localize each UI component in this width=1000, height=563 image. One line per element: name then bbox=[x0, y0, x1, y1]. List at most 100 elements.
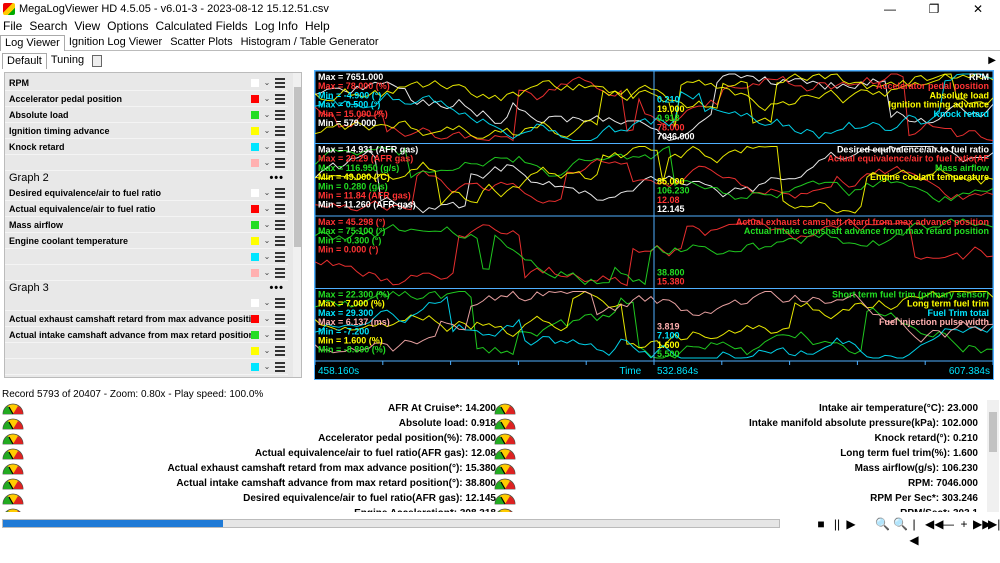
field-row[interactable]: Mass airflow ⌄ bbox=[5, 217, 288, 233]
color-swatch[interactable] bbox=[251, 188, 259, 197]
dropdown-arrow-icon[interactable]: ⌄ bbox=[262, 110, 272, 119]
field-row[interactable]: Accelerator pedal position ⌄ bbox=[5, 91, 288, 107]
dropdown-arrow-icon[interactable]: ⌄ bbox=[262, 346, 272, 355]
color-swatch[interactable] bbox=[251, 252, 259, 261]
field-row[interactable]: Absolute load ⌄ bbox=[5, 107, 288, 123]
tab-default[interactable]: Default bbox=[2, 53, 47, 69]
dropdown-arrow-icon[interactable]: ⌄ bbox=[262, 94, 272, 103]
rewind-icon[interactable]: ◀◀ bbox=[925, 516, 943, 532]
color-swatch[interactable] bbox=[251, 220, 259, 229]
reorder-handle-icon[interactable] bbox=[275, 345, 285, 356]
field-row[interactable]: ⌄ bbox=[5, 295, 288, 311]
field-row[interactable]: Ignition timing advance ⌄ bbox=[5, 123, 288, 139]
field-row[interactable]: Knock retard ⌄ bbox=[5, 139, 288, 155]
tab-histogram-table-generator[interactable]: Histogram / Table Generator bbox=[237, 35, 383, 51]
skip-end-icon[interactable]: ▶| bbox=[988, 516, 1000, 532]
dropdown-arrow-icon[interactable]: ⌄ bbox=[262, 330, 272, 339]
dropdown-arrow-icon[interactable]: ⌄ bbox=[262, 158, 272, 167]
color-swatch[interactable] bbox=[251, 362, 259, 371]
minus-icon[interactable]: — bbox=[942, 516, 954, 532]
reorder-handle-icon[interactable] bbox=[275, 109, 285, 120]
scroll-right-arrow-icon[interactable]: ▶ bbox=[988, 55, 996, 66]
reorder-handle-icon[interactable] bbox=[275, 297, 285, 308]
close-button[interactable]: ✕ bbox=[956, 0, 1000, 18]
menu-options[interactable]: Options bbox=[104, 19, 152, 33]
playback-progress[interactable] bbox=[2, 519, 780, 528]
readout-scrollbar[interactable] bbox=[987, 400, 999, 512]
color-swatch[interactable] bbox=[251, 236, 259, 245]
play-icon[interactable]: ▶ bbox=[845, 516, 857, 532]
tab-ignition-log-viewer[interactable]: Ignition Log Viewer bbox=[65, 35, 166, 51]
tab-log-viewer[interactable]: Log Viewer bbox=[0, 35, 65, 51]
color-swatch[interactable] bbox=[251, 78, 259, 87]
reorder-handle-icon[interactable] bbox=[275, 251, 285, 262]
field-row[interactable]: Actual intake camshaft advance from max … bbox=[5, 327, 288, 343]
dropdown-arrow-icon[interactable]: ⌄ bbox=[262, 268, 272, 277]
menu-help[interactable]: Help bbox=[302, 19, 334, 33]
dropdown-arrow-icon[interactable]: ⌄ bbox=[262, 142, 272, 151]
graph-options-icon[interactable]: ••• bbox=[269, 172, 288, 184]
dropdown-arrow-icon[interactable]: ⌄ bbox=[262, 314, 272, 323]
dropdown-arrow-icon[interactable]: ⌄ bbox=[262, 236, 272, 245]
plus-icon[interactable]: + bbox=[958, 516, 970, 532]
dropdown-arrow-icon[interactable]: ⌄ bbox=[262, 78, 272, 87]
pause-icon[interactable]: || bbox=[831, 516, 843, 532]
new-tab-icon[interactable] bbox=[92, 55, 103, 67]
field-row[interactable]: Desired equivalence/air to fuel ratio ⌄ bbox=[5, 185, 288, 201]
reorder-handle-icon[interactable] bbox=[275, 361, 285, 372]
menu-file[interactable]: File bbox=[0, 19, 26, 33]
dropdown-arrow-icon[interactable]: ⌄ bbox=[262, 188, 272, 197]
reorder-handle-icon[interactable] bbox=[275, 235, 285, 246]
dropdown-arrow-icon[interactable]: ⌄ bbox=[262, 362, 272, 371]
reorder-handle-icon[interactable] bbox=[275, 125, 285, 136]
color-swatch[interactable] bbox=[251, 314, 259, 323]
field-row[interactable]: RPM ⌄ bbox=[5, 75, 288, 91]
menu-calculated-fields[interactable]: Calculated Fields bbox=[153, 19, 252, 33]
reorder-handle-icon[interactable] bbox=[275, 313, 285, 324]
field-row[interactable]: Engine coolant temperature ⌄ bbox=[5, 233, 288, 249]
color-swatch[interactable] bbox=[251, 346, 259, 355]
field-row[interactable]: ⌄ bbox=[5, 249, 288, 265]
reorder-handle-icon[interactable] bbox=[275, 203, 285, 214]
reorder-handle-icon[interactable] bbox=[275, 219, 285, 230]
dropdown-arrow-icon[interactable]: ⌄ bbox=[262, 220, 272, 229]
color-swatch[interactable] bbox=[251, 330, 259, 339]
menu-view[interactable]: View bbox=[71, 19, 104, 33]
zoom-out-icon[interactable]: 🔍 bbox=[875, 516, 890, 532]
dropdown-arrow-icon[interactable]: ⌄ bbox=[262, 298, 272, 307]
graph-options-icon[interactable]: ••• bbox=[269, 282, 288, 294]
reorder-handle-icon[interactable] bbox=[275, 329, 285, 340]
reorder-handle-icon[interactable] bbox=[275, 267, 285, 278]
dropdown-arrow-icon[interactable]: ⌄ bbox=[262, 252, 272, 261]
menu-log-info[interactable]: Log Info bbox=[252, 19, 302, 33]
dropdown-arrow-icon[interactable]: ⌄ bbox=[262, 126, 272, 135]
field-panel-scrollbar[interactable] bbox=[293, 73, 301, 377]
color-swatch[interactable] bbox=[251, 110, 259, 119]
log-chart[interactable]: Max = 7651.000 Max = 78.000 (%) Min = -4.9… bbox=[314, 70, 994, 380]
field-row[interactable]: Actual exhaust camshaft retard from max … bbox=[5, 311, 288, 327]
skip-start-icon[interactable]: |◀ bbox=[908, 516, 920, 547]
dropdown-arrow-icon[interactable]: ⌄ bbox=[262, 204, 272, 213]
stop-icon[interactable]: ■ bbox=[815, 516, 827, 532]
tab-scatter-plots[interactable]: Scatter Plots bbox=[166, 35, 236, 51]
zoom-in-icon[interactable]: 🔍 bbox=[893, 516, 908, 532]
field-row[interactable]: ⌄ bbox=[5, 343, 288, 359]
field-row[interactable]: ⌄ bbox=[5, 359, 288, 375]
field-row[interactable]: ⌄ bbox=[5, 265, 288, 281]
field-row[interactable]: ⌄ bbox=[5, 155, 288, 171]
reorder-handle-icon[interactable] bbox=[275, 77, 285, 88]
color-swatch[interactable] bbox=[251, 298, 259, 307]
field-row[interactable]: Actual equivalence/air to fuel ratio ⌄ bbox=[5, 201, 288, 217]
maximize-button[interactable]: ❐ bbox=[912, 0, 956, 18]
reorder-handle-icon[interactable] bbox=[275, 93, 285, 104]
color-swatch[interactable] bbox=[251, 268, 259, 277]
color-swatch[interactable] bbox=[251, 204, 259, 213]
fast-forward-icon[interactable]: ▶▶ bbox=[973, 516, 991, 532]
reorder-handle-icon[interactable] bbox=[275, 141, 285, 152]
tab-tuning[interactable]: Tuning bbox=[47, 53, 88, 69]
color-swatch[interactable] bbox=[251, 158, 259, 167]
minimize-button[interactable]: — bbox=[868, 0, 912, 18]
color-swatch[interactable] bbox=[251, 126, 259, 135]
color-swatch[interactable] bbox=[251, 94, 259, 103]
reorder-handle-icon[interactable] bbox=[275, 157, 285, 168]
